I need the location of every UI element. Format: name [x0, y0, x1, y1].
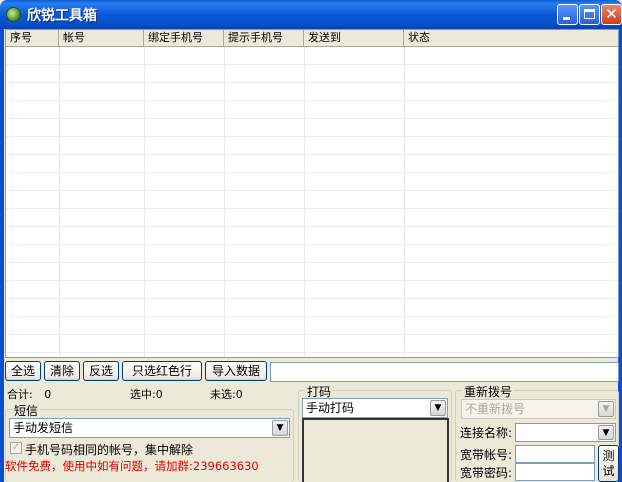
account-grid[interactable]: 序号 帐号 绑定手机号 提示手机号 发送到 状态: [5, 29, 619, 358]
column-header-bound-phone[interactable]: 绑定手机号: [144, 30, 224, 47]
column-header-account[interactable]: 帐号: [59, 30, 144, 47]
window-title: 欣锐工具箱: [27, 8, 97, 24]
chevron-down-icon[interactable]: ▼: [598, 401, 614, 417]
unselected-label: 未选:: [210, 388, 236, 401]
broadband-password-input[interactable]: [515, 463, 595, 481]
minimize-icon: [563, 17, 570, 20]
unselected-count: 未选:0: [210, 386, 243, 402]
maximize-button[interactable]: [579, 4, 600, 25]
title-bar[interactable]: 欣锐工具箱 ✕: [0, 0, 622, 29]
grid-column-divider: [404, 47, 405, 357]
selected-value: 0: [155, 388, 163, 401]
column-header-index[interactable]: 序号: [6, 30, 59, 47]
column-header-send-to[interactable]: 发送到: [304, 30, 404, 47]
grid-column-divider: [144, 47, 145, 357]
clear-button[interactable]: 清除: [44, 361, 80, 381]
total-value: 0: [44, 388, 52, 401]
grid-column-divider: [224, 47, 225, 357]
test-connection-button[interactable]: 测试: [598, 445, 619, 482]
checkmark-icon: ✓: [11, 442, 21, 453]
selected-count: 选中:0: [130, 386, 163, 402]
total-label: 合计:: [7, 388, 33, 401]
minimize-button[interactable]: [557, 4, 578, 25]
select-all-button[interactable]: 全选: [5, 361, 41, 381]
chevron-down-icon[interactable]: ▼: [272, 420, 288, 436]
support-notice: 软件免费，使用中如有问题，请加群:239663630: [5, 459, 259, 473]
grid-column-divider: [59, 47, 60, 357]
captcha-image-area[interactable]: [302, 418, 449, 482]
broadband-password-label: 宽带密码:: [460, 466, 513, 480]
selected-label: 选中:: [130, 388, 156, 401]
broadband-account-input[interactable]: [515, 445, 595, 463]
window-frame-left: [0, 29, 4, 482]
select-red-rows-button[interactable]: 只选红色行: [122, 361, 202, 381]
merge-same-phone-label: 手机号码相同的帐号，集中解除: [25, 443, 194, 457]
grid-column-divider: [304, 47, 305, 357]
connection-name-label: 连接名称:: [460, 426, 513, 440]
sms-mode-select[interactable]: 手动发短信 ▼: [9, 418, 290, 438]
connection-name-select[interactable]: ▼: [515, 423, 616, 442]
redial-mode-value: 不重新拨号: [465, 402, 526, 416]
import-data-button[interactable]: 导入数据: [205, 361, 267, 381]
captcha-mode-value: 手动打码: [306, 401, 355, 415]
close-button[interactable]: ✕: [601, 4, 622, 25]
close-icon: ✕: [605, 5, 618, 23]
chevron-down-icon[interactable]: ▼: [430, 400, 446, 416]
redial-mode-select[interactable]: 不重新拨号 ▼: [461, 399, 616, 419]
chevron-down-icon[interactable]: ▼: [598, 425, 614, 440]
sms-group-legend: 短信: [12, 402, 41, 419]
redial-group-legend: 重新拨号: [462, 383, 515, 400]
captcha-mode-select[interactable]: 手动打码 ▼: [302, 398, 448, 418]
unselected-value: 0: [235, 388, 243, 401]
invert-selection-button[interactable]: 反选: [83, 361, 119, 381]
grid-header: 序号 帐号 绑定手机号 提示手机号 发送到 状态: [6, 30, 618, 47]
merge-same-phone-checkbox[interactable]: ✓: [10, 442, 22, 454]
grid-body: [6, 47, 618, 357]
total-count: 合计: 0: [7, 386, 51, 402]
column-header-hint-phone[interactable]: 提示手机号: [224, 30, 304, 47]
sms-mode-value: 手动发短信: [13, 421, 74, 435]
broadband-account-label: 宽带帐号:: [460, 448, 513, 462]
import-path-field[interactable]: [270, 362, 619, 382]
app-logo-icon: [6, 7, 21, 22]
maximize-icon: [584, 9, 595, 19]
column-header-status[interactable]: 状态: [404, 30, 618, 47]
